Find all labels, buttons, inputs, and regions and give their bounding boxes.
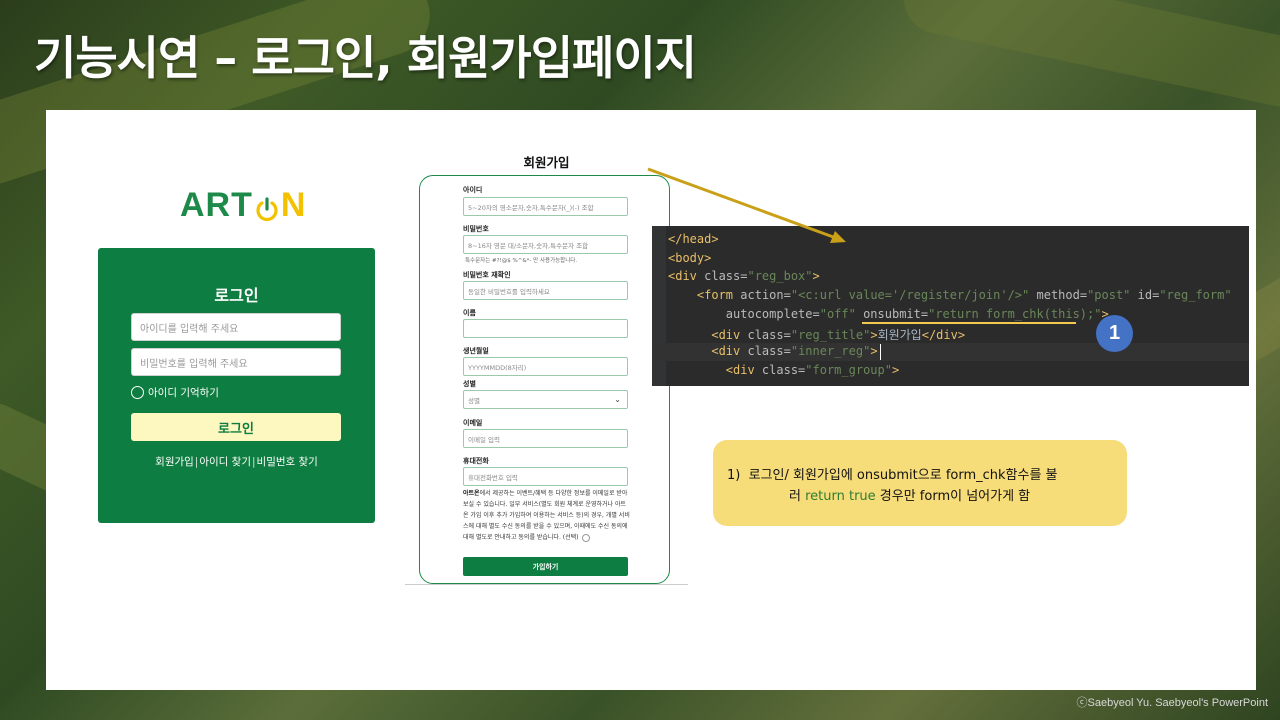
divider [405, 584, 688, 585]
check-circle-icon[interactable] [582, 533, 591, 542]
note-line-2: 러 return true 경우만 form이 넘어가게 함 [789, 489, 1031, 504]
editor-gutter [652, 226, 666, 386]
password-label: 비밀번호 [463, 225, 489, 233]
chevron-down-icon: ⌄ [614, 395, 621, 404]
gender-label: 성별 [463, 380, 476, 388]
register-form: 아이디 5~20자의 영소문자,숫자,특수문자(_)(-) 조합 비밀번호 8~… [419, 175, 670, 584]
text-cursor [880, 344, 881, 360]
marketing-consent-text: 아트온에서 제공하는 이벤트/혜택 등 다양한 정보를 이메일로 받아보실 수 … [463, 488, 630, 543]
login-button[interactable]: 로그인 [131, 413, 341, 441]
register-birth-input[interactable]: YYYYMMDD(8자리) [463, 357, 628, 376]
register-heading: 회원가입 [523, 155, 570, 170]
password-hint: 특수문자는 #?!@$ %^&*- 만 사용가능합니다. [465, 258, 578, 264]
code-line: <div class="reg_box"> [668, 269, 820, 284]
highlight-underline [862, 322, 1076, 324]
code-editor: </head> <body> <div class="reg_box"> <form… [652, 226, 1249, 386]
register-id-input[interactable]: 5~20자의 영소문자,숫자,특수문자(_)(-) 조합 [463, 197, 628, 216]
login-password-input[interactable]: 비밀번호를 입력해 주세요 [131, 348, 341, 376]
link-divider: | [194, 456, 199, 468]
birth-label: 생년월일 [463, 347, 489, 355]
register-name-input[interactable] [463, 319, 628, 338]
explanation-note: 1) 로그인/ 회원가입에 onsubmit으로 form_chk함수를 불 러… [713, 440, 1127, 526]
register-email-input[interactable]: 이메일 입력 [463, 429, 628, 448]
code-line: <div class="form_group"> [725, 362, 900, 377]
code-line: <div class="reg_title">회원가입</div> [711, 327, 966, 342]
remember-id-label: 아이디 기억하기 [148, 387, 219, 399]
code-line: <form action="<c:url value='/register/jo… [696, 288, 1232, 303]
arton-logo: ART N [180, 186, 307, 224]
terms-brand: 아트온 [463, 490, 480, 497]
id-label: 아이디 [463, 186, 483, 194]
login-links: 회원가입|아이디 찾기|비밀번호 찾기 [98, 454, 375, 469]
register-phone-input[interactable]: 휴대전화번호 입력 [463, 467, 628, 486]
link-divider: | [251, 456, 256, 468]
phone-label: 휴대전화 [463, 457, 489, 465]
find-id-link[interactable]: 아이디 찾기 [199, 456, 251, 468]
signup-button[interactable]: 가입하기 [463, 557, 628, 576]
gender-value: 성별 [468, 396, 480, 405]
remember-id-toggle[interactable]: 아이디 기억하기 [131, 385, 219, 400]
login-id-input[interactable]: 아이디를 입력해 주세요 [131, 313, 341, 341]
radio-icon[interactable] [131, 386, 144, 399]
password-confirm-label: 비밀번호 재확인 [463, 271, 511, 279]
code-line: </head> [668, 232, 719, 246]
signup-link[interactable]: 회원가입 [155, 456, 194, 468]
code-line: <div class="inner_reg"> [711, 344, 878, 359]
login-title: 로그인 [214, 286, 259, 305]
login-form: 로그인 아이디를 입력해 주세요 비밀번호를 입력해 주세요 아이디 기억하기 … [98, 248, 375, 523]
credit-text: ⓒSaebyeol Yu. Saebyeol's PowerPoint [1076, 697, 1268, 709]
step-badge: 1 [1096, 315, 1133, 352]
name-label: 이름 [463, 309, 476, 317]
note-line-1: 1) 로그인/ 회원가입에 onsubmit으로 form_chk함수를 불 [727, 468, 1058, 483]
terms-body: 에서 제공하는 이벤트/혜택 등 다양한 정보를 이메일로 받아보실 수 있습니… [463, 490, 630, 541]
slide-title: 기능시연 – 로그인, 회원가입페이지 [34, 31, 697, 85]
code-line: <body> [668, 250, 712, 265]
register-password-input[interactable]: 8~16자 영문 대/소문자,숫자,특수문자 조합 [463, 235, 628, 254]
power-icon [254, 193, 280, 221]
background-texture [897, 0, 1280, 113]
register-password-confirm-input[interactable]: 동일한 비밀번호를 입력하세요 [463, 281, 628, 300]
find-password-link[interactable]: 비밀번호 찾기 [257, 456, 318, 468]
register-gender-select[interactable]: 성별 ⌄ [463, 390, 628, 409]
email-label: 이메일 [463, 419, 483, 427]
